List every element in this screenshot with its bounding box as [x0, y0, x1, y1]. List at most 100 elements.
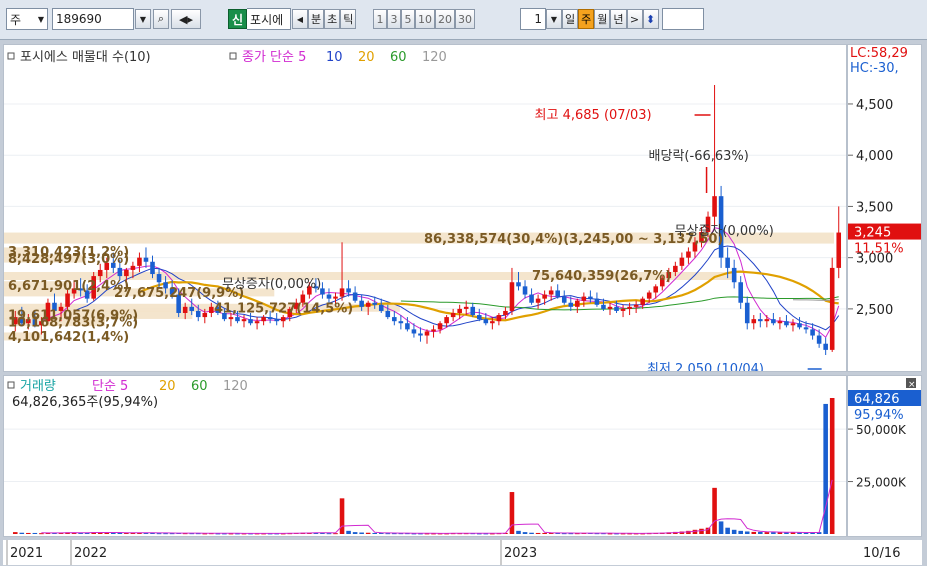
period-tick[interactable]: 틱: [340, 9, 357, 29]
extra-input[interactable]: [661, 8, 704, 30]
candle-body: [182, 306, 188, 313]
candle-body: [418, 333, 423, 336]
toolbar: 주 ▼ 189690 ▼ ⌕ ◀▸ 신 포시에 ◀ 분 초 틱 1 3 5 10…: [0, 0, 927, 40]
candle-body: [810, 329, 815, 336]
count-dropdown[interactable]: ▼: [546, 9, 562, 29]
code-value: 189690: [56, 12, 102, 26]
candle-body: [254, 321, 260, 324]
market-select[interactable]: 주 ▼: [6, 8, 48, 30]
right-arrow-button[interactable]: >: [626, 9, 643, 29]
volume-bar: [529, 532, 534, 534]
candle-body: [450, 312, 456, 318]
close-icon-glyph: ×: [908, 380, 916, 390]
volume-bar: [744, 531, 750, 534]
num-30[interactable]: 30: [455, 9, 475, 29]
low-annotation: 최저 2,050 (10/04): [647, 362, 764, 371]
high-annotation: 최고 4,685 (07/03): [535, 108, 652, 123]
price-tick-label: 3,500: [856, 200, 893, 215]
date-axis: 2021 2022 2023: [3, 540, 847, 565]
range-month[interactable]: 월: [594, 9, 611, 29]
candle-body: [352, 292, 358, 301]
volume-bar: [725, 527, 730, 534]
volume-bar: [12, 532, 18, 534]
candle-body: [627, 306, 632, 309]
count-input[interactable]: 1: [520, 8, 546, 30]
candle-body: [228, 317, 234, 320]
code-input[interactable]: 189690: [52, 8, 134, 30]
code-dropdown-button[interactable]: ▼: [135, 9, 151, 29]
num-10[interactable]: 10: [415, 9, 435, 29]
left-arrow-button[interactable]: ◀: [292, 9, 308, 29]
date-axis-svg: 2021 2022 2023: [6, 540, 537, 565]
legend-square-icon: [229, 52, 237, 60]
chevron-down-icon: ▼: [37, 14, 44, 24]
volume-title: 거래량: [20, 379, 56, 394]
price-panel: 86,338,574(30,4%)(3,245,00 ~ 3,137,50) 75…: [3, 44, 847, 377]
candle-body: [117, 267, 123, 277]
speaker-button[interactable]: ◀▸: [171, 9, 201, 29]
volume-bar: [699, 528, 704, 534]
candle-body: [816, 335, 822, 344]
candle-body: [137, 257, 142, 266]
current-price-label: 3,245: [854, 226, 891, 241]
candle-body: [97, 269, 103, 277]
bonus-annotation: 무상증자(0,00%): [675, 224, 774, 239]
num-3[interactable]: 3: [387, 9, 401, 29]
search-icon: ⌕: [157, 12, 165, 25]
stock-name-text: 포시에: [250, 12, 284, 27]
volume-bar: [352, 532, 358, 534]
candle-body: [829, 267, 835, 350]
date-label: 2021: [10, 546, 43, 561]
candle-body: [797, 323, 802, 328]
search-button[interactable]: ⌕: [153, 9, 169, 29]
candle-body: [771, 319, 776, 324]
scrollbar[interactable]: [922, 40, 927, 566]
candle-body: [503, 310, 508, 316]
volume-current: 64,826,365주(95,94%): [12, 395, 158, 410]
candle-body: [248, 319, 253, 324]
num-20[interactable]: 20: [435, 9, 455, 29]
volume-bar: [535, 532, 541, 534]
updown-button[interactable]: ⬍: [642, 9, 659, 29]
range-year[interactable]: 년: [610, 9, 627, 29]
candle-body: [405, 323, 410, 330]
volume-profile-label: 10,168,783(3,7%): [8, 316, 138, 331]
candle-body: [378, 304, 384, 311]
ma-legend-period: 120: [422, 50, 447, 65]
volume-panel: 거래량 단순 5 20 60 120 64,826,365주(95,94%): [3, 375, 847, 537]
candle-body: [150, 261, 155, 275]
chevron-down-icon: ▼: [139, 14, 147, 24]
chevron-right-icon: >: [629, 12, 640, 26]
vol-ma-period: 120: [223, 379, 248, 394]
candle-body: [542, 294, 547, 299]
new-badge: 신: [228, 9, 248, 29]
chevron-down-icon: ▼: [550, 14, 558, 24]
candle-body: [326, 294, 332, 299]
period-minute[interactable]: 분: [308, 9, 325, 29]
volume-profile-label: 4,101,642(1,4%): [8, 330, 129, 345]
candle-body: [359, 300, 364, 307]
range-week[interactable]: 주: [578, 9, 595, 29]
candle-body: [751, 319, 757, 324]
period-second[interactable]: 초: [324, 9, 341, 29]
candle-body: [620, 308, 626, 311]
volume-profile-label: 41,125,727(14,5%): [214, 301, 353, 316]
candle-body: [581, 296, 587, 301]
candle-body: [398, 321, 404, 324]
volume-chart[interactable]: 거래량 단순 5 20 60 120 64,826,365주(95,94%): [4, 376, 846, 536]
current-vol-pct-label: 95,94%: [854, 408, 904, 423]
candle-body: [535, 298, 541, 303]
candle-body: [143, 257, 149, 262]
candle-body: [764, 319, 770, 322]
candle-body: [646, 292, 652, 299]
num-1[interactable]: 1: [373, 9, 387, 29]
volume-bar: [751, 531, 757, 534]
price-title: 포시에스 매물대 수(10): [20, 50, 151, 65]
volume-bar: [516, 530, 521, 534]
price-chart[interactable]: 86,338,574(30,4%)(3,245,00 ~ 3,137,50)75…: [4, 45, 846, 377]
num-5[interactable]: 5: [401, 9, 415, 29]
range-day[interactable]: 일: [562, 9, 579, 29]
candle-body: [209, 306, 214, 313]
volume-bar: [19, 532, 25, 534]
candle-body: [411, 329, 417, 334]
